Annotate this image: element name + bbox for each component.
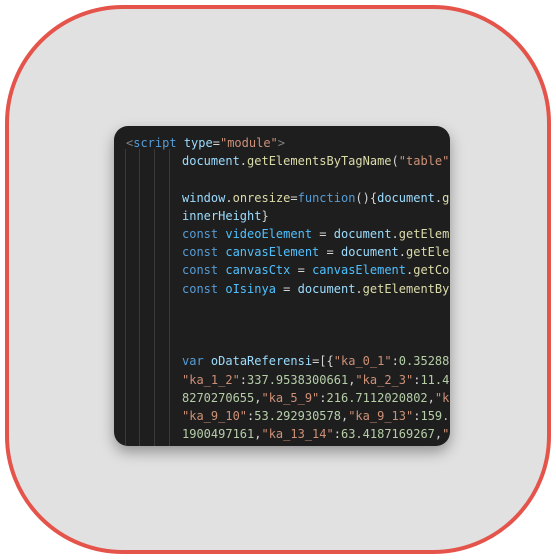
code-token: videoElement — [225, 227, 313, 241]
code-token: : — [442, 445, 449, 446]
code-line: "ka_1_2":337.9538300661,"ka_2_3":11.431 — [182, 371, 450, 389]
code-token: "ka_2_3" — [355, 372, 414, 387]
code-token: } — [261, 208, 269, 223]
code-token: document — [340, 245, 399, 260]
code-token: 159.58 — [420, 409, 450, 423]
code-token: : — [333, 427, 341, 442]
code-token: getElementsByTagName — [247, 154, 392, 169]
code-token: = — [212, 136, 220, 150]
code-token: getElemen — [398, 227, 450, 241]
code-token: window — [182, 190, 226, 205]
code-line: window.onresize=function(){document.get — [182, 189, 450, 207]
code-token: . — [398, 245, 406, 260]
code-token: 8270270655 — [182, 390, 255, 405]
code-token: document — [377, 190, 435, 205]
code-token: 1900497161 — [182, 427, 255, 442]
code-token: "ka_17_18" — [370, 445, 442, 446]
code-token: "ka — [442, 427, 450, 442]
code-token: = — [290, 190, 298, 205]
code-token: = — [290, 263, 313, 278]
code-token: , — [427, 390, 435, 405]
code-line: 1900497161,"ka_13_14":63.4187169267,"ka — [182, 425, 450, 443]
code-token: 231.6801927745 — [261, 445, 362, 446]
code-line: "ka_15_16":231.6801927745,"ka_17_18": — [182, 443, 449, 446]
code-line: const videoElement = document.getElemen — [182, 225, 450, 243]
code-token: 53.292930578 — [254, 409, 341, 423]
code-editor-app-icon[interactable]: <script type="module"> document.getElemen… — [5, 5, 551, 554]
code-token: "ka_0_1" — [333, 354, 392, 369]
code-token: oDataReferensi — [210, 354, 313, 369]
indent-guide — [139, 149, 140, 446]
code-token: 337.9538300661 — [247, 372, 349, 387]
code-token: const — [182, 281, 219, 296]
code-token: function — [297, 190, 356, 205]
code-token: oIsinya — [225, 281, 276, 296]
code-token: const — [182, 227, 219, 241]
code-line: var oDataReferensi=[{"ka_0_1":0.3528836 — [182, 352, 450, 370]
code-token: . — [239, 154, 248, 169]
code-token: : — [391, 354, 399, 369]
code-token: "table" — [398, 154, 450, 169]
code-token: document — [182, 154, 240, 169]
code-token: onresize — [232, 190, 291, 205]
code-line: innerHeight} — [182, 207, 269, 225]
code-line: const canvasCtx = canvasElement.getCont — [182, 261, 450, 279]
code-token: . — [225, 190, 233, 205]
code-token: var — [182, 354, 204, 369]
code-token: document — [297, 281, 356, 296]
code-token: 63.4187169267 — [340, 427, 435, 442]
code-line: const canvasElement = document.getEleme — [182, 243, 450, 261]
code-token: canvasCtx — [225, 263, 291, 278]
code-token: =[{ — [312, 354, 334, 369]
code-token: getEleme — [406, 245, 450, 260]
code-token: : — [239, 372, 248, 387]
code-line: 8270270655,"ka_5_9":216.7112020802,"ka_ — [182, 389, 450, 407]
code-token: . — [355, 281, 363, 296]
code-token: canvasElement — [225, 245, 320, 260]
code-token: 216.7112020802 — [326, 390, 428, 405]
code-token: innerHeight — [182, 208, 262, 223]
code-line: <script type="module"> — [126, 134, 285, 152]
code-token: "ka_9_10" — [182, 409, 248, 423]
indent-guide — [125, 149, 126, 446]
code-token: "ka_ — [434, 390, 450, 405]
code-token: "ka_13_14" — [261, 427, 334, 442]
indent-guide — [169, 149, 170, 446]
code-token: getCont — [413, 263, 450, 278]
code-token: type — [183, 136, 213, 150]
code-token: . — [391, 227, 399, 241]
code-token: const — [182, 245, 219, 260]
code-token: ( — [391, 154, 399, 169]
indent-guide — [154, 149, 155, 446]
code-token: "ka_9_13" — [348, 409, 414, 423]
code-token: ) — [449, 154, 450, 168]
code-token: "ka_5_9" — [261, 390, 320, 405]
code-token: canvasElement — [312, 263, 406, 278]
code-preview: <script type="module"> document.getElemen… — [114, 126, 450, 446]
code-token: : — [319, 390, 327, 405]
code-token: 11.431 — [420, 372, 450, 387]
code-token: > — [277, 136, 285, 150]
code-line: const oIsinya = document.getElementById — [182, 280, 450, 298]
code-token: = — [275, 281, 298, 296]
code-line: document.getElementsByTagName("table") — [182, 152, 450, 170]
code-token: = — [312, 227, 334, 241]
code-token: "ka_1_2" — [182, 372, 240, 387]
code-token: "ka_15_16" — [182, 445, 254, 446]
code-token: 0.3528836 — [398, 354, 450, 369]
code-token: document — [333, 227, 392, 241]
code-token: script — [133, 136, 177, 150]
code-token: (){ — [355, 190, 378, 205]
code-token: , — [363, 445, 370, 446]
code-token: getElementById — [362, 281, 450, 296]
code-token: get — [442, 190, 450, 205]
code-line: "ka_9_10":53.292930578,"ka_9_13":159.58 — [182, 407, 450, 425]
code-token: const — [182, 263, 219, 278]
code-token: = — [319, 245, 341, 260]
code-token: "module" — [219, 136, 278, 150]
